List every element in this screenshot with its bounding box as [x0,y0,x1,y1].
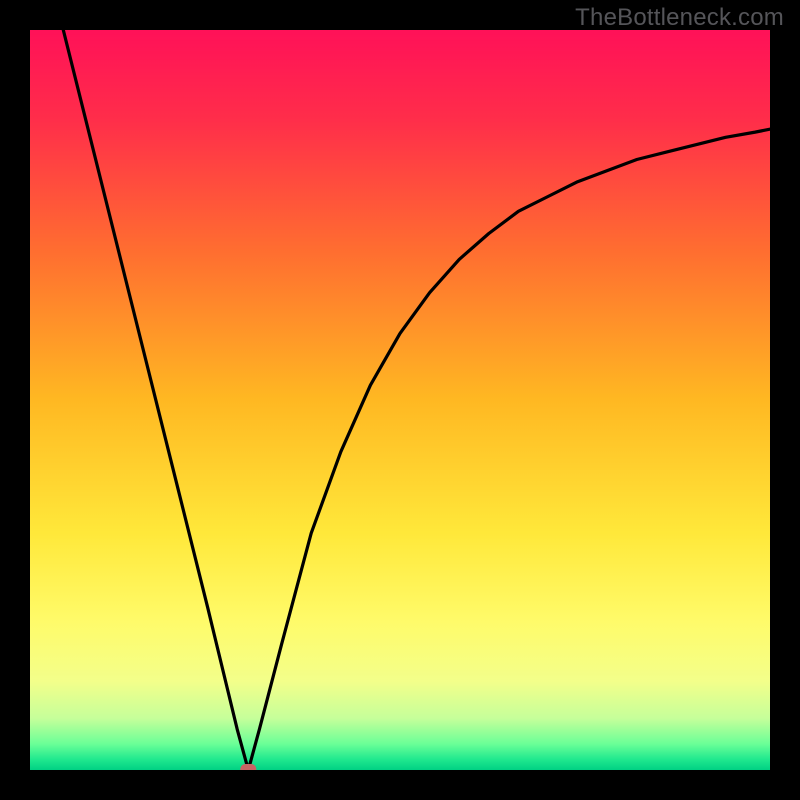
chart-frame: TheBottleneck.com [0,0,800,800]
optimal-point-marker [240,764,256,770]
gradient-background [30,30,770,770]
plot-area [30,30,770,770]
chart-svg [30,30,770,770]
watermark-text: TheBottleneck.com [575,4,784,32]
